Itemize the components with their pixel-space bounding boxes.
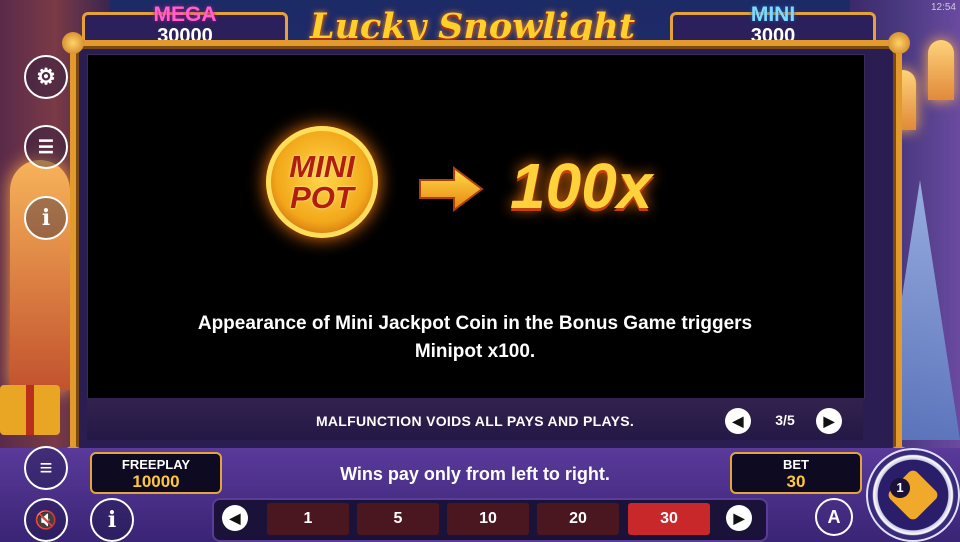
- spin-button[interactable]: 1: [866, 448, 960, 542]
- frame-corner: [888, 32, 910, 54]
- sound-muted-icon[interactable]: 🔇: [24, 498, 68, 542]
- bet-label: BET: [783, 457, 809, 472]
- background-door: [10, 160, 70, 390]
- bet-option[interactable]: 10: [447, 503, 529, 535]
- gear-icon[interactable]: ⚙: [24, 55, 68, 99]
- page-indicator: 3/5: [775, 412, 795, 428]
- multiplier-text: 100x: [510, 150, 653, 222]
- clock: 12:54: [930, 2, 956, 13]
- next-page-button[interactable]: ▶: [816, 408, 842, 434]
- freeplay-value: 10000: [132, 472, 180, 491]
- menu-icon[interactable]: ≡: [24, 446, 68, 490]
- info-icon[interactable]: i: [24, 196, 68, 240]
- arrow-right-icon: [419, 166, 484, 212]
- coins-stack-icon[interactable]: ☰: [24, 125, 68, 169]
- autoplay-button[interactable]: A: [815, 498, 853, 536]
- rule-description: Appearance of Mini Jackpot Coin in the B…: [87, 310, 863, 366]
- mega-jackpot-label: MEGA: [153, 3, 217, 26]
- coin-text-line1: MINI: [289, 149, 355, 184]
- bet-option-selected[interactable]: 30: [628, 503, 710, 535]
- bet-option[interactable]: 1: [267, 503, 349, 535]
- paytable-info-button[interactable]: i: [90, 498, 134, 542]
- mini-jackpot-label: MINI: [750, 3, 796, 26]
- description-line1: Appearance of Mini Jackpot Coin in the B…: [197, 313, 753, 334]
- bet-value: 30: [786, 472, 806, 491]
- description-line2: Minipot x100.: [414, 341, 536, 362]
- bet-box: BET 30: [730, 452, 862, 494]
- freeplay-label: FREEPLAY: [121, 457, 191, 472]
- bet-decrease-button[interactable]: ◀: [222, 505, 248, 531]
- background-gift: [0, 385, 60, 435]
- previous-page-button[interactable]: ◀: [725, 408, 751, 434]
- minipot-coin-icon: MINI POT: [266, 126, 378, 238]
- status-message: Wins pay only from left to right.: [340, 464, 610, 484]
- background-window: [928, 40, 954, 100]
- coin-text-line2: POT: [290, 180, 354, 215]
- spin-badge: 1: [890, 478, 910, 498]
- bet-increase-button[interactable]: ▶: [726, 505, 752, 531]
- freeplay-box: FREEPLAY 10000: [90, 452, 222, 494]
- bet-option[interactable]: 20: [537, 503, 619, 535]
- bet-option[interactable]: 5: [357, 503, 439, 535]
- malfunction-notice: MALFUNCTION VOIDS ALL PAYS AND PLAYS.: [315, 413, 635, 429]
- frame-corner: [62, 32, 84, 54]
